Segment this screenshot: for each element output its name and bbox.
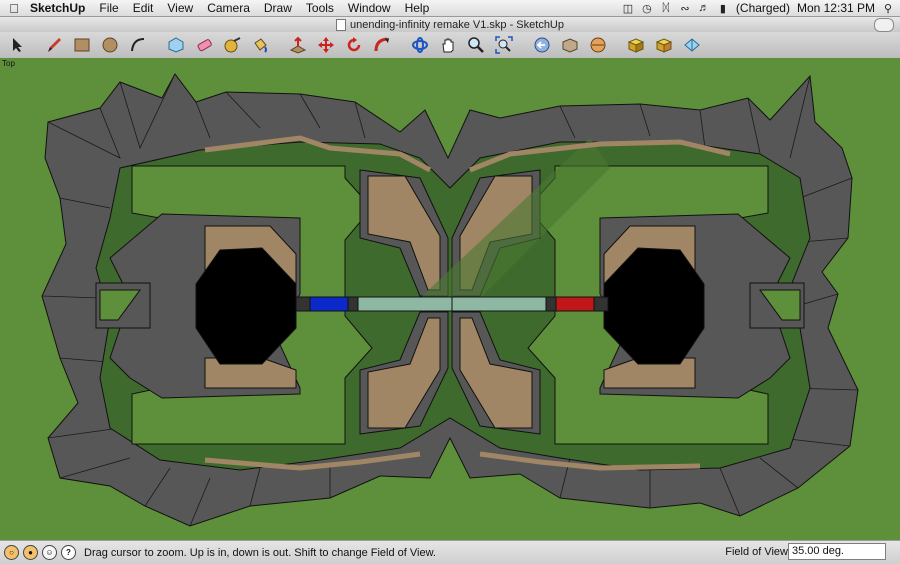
rotate-icon[interactable] xyxy=(344,35,364,55)
bridge-right-cap xyxy=(593,296,609,312)
pencil-icon[interactable] xyxy=(44,35,64,55)
status-bar: ○ ● ☺ ? Drag cursor to zoom. Up is in, d… xyxy=(0,540,900,564)
menu-window[interactable]: Window xyxy=(341,1,398,15)
share-model-icon[interactable] xyxy=(654,35,674,55)
toolbar-toggle-button[interactable] xyxy=(874,18,894,32)
move-icon[interactable] xyxy=(316,35,336,55)
volume-icon[interactable]: ♬ xyxy=(698,2,710,14)
zoom-icon[interactable] xyxy=(466,35,486,55)
time-machine-icon[interactable]: ◷ xyxy=(641,2,653,15)
follow-me-icon[interactable] xyxy=(372,35,392,55)
map-model xyxy=(0,58,900,540)
status-message: Drag cursor to zoom. Up is in, down is o… xyxy=(84,546,436,559)
red-team-pad xyxy=(555,296,595,312)
previous-view-icon[interactable] xyxy=(532,35,552,55)
circle-icon[interactable] xyxy=(100,35,120,55)
zoom-extents-icon[interactable] xyxy=(494,35,514,55)
eraser-icon[interactable] xyxy=(194,35,214,55)
menu-view[interactable]: View xyxy=(160,1,200,15)
blue-team-pad xyxy=(309,296,349,312)
bluetooth-icon[interactable]: ᛞ xyxy=(660,2,672,14)
spotlight-icon[interactable]: ⚲ xyxy=(882,2,894,15)
menu-file[interactable]: File xyxy=(92,1,125,15)
wifi-icon[interactable]: ∾ xyxy=(679,2,691,15)
tape-measure-icon[interactable] xyxy=(222,35,242,55)
orbit-icon[interactable] xyxy=(410,35,430,55)
window-title-bar: unending-infinity remake V1.skp - Sketch… xyxy=(0,17,900,32)
make-component-icon[interactable] xyxy=(166,35,186,55)
menu-help[interactable]: Help xyxy=(398,1,437,15)
document-icon xyxy=(336,18,346,31)
user-icon[interactable]: ☺ xyxy=(42,545,57,560)
fov-label: Field of View xyxy=(725,546,788,558)
model-viewport[interactable] xyxy=(0,58,900,540)
bridge-gap-right xyxy=(545,296,557,312)
geo-location-icon[interactable]: ○ xyxy=(4,545,19,560)
select-icon[interactable] xyxy=(7,35,27,55)
get-models-icon[interactable] xyxy=(626,35,646,55)
window-title: unending-infinity remake V1.skp - Sketch… xyxy=(350,18,564,31)
menu-tools[interactable]: Tools xyxy=(299,1,341,15)
main-toolbar xyxy=(0,32,900,59)
arc-icon[interactable] xyxy=(128,35,148,55)
system-tray: ◫ ◷ ᛞ ∾ ♬ ▮ (Charged) Mon 12:31 PM ⚲ xyxy=(622,0,900,16)
rectangle-icon[interactable] xyxy=(72,35,92,55)
menu-camera[interactable]: Camera xyxy=(200,1,257,15)
credits-icon[interactable]: ● xyxy=(23,545,38,560)
3d-warehouse-icon[interactable] xyxy=(682,35,702,55)
fov-value-box[interactable]: 35.00 deg. xyxy=(788,543,886,560)
paint-bucket-icon[interactable] xyxy=(250,35,270,55)
menubar-clock[interactable]: Mon 12:31 PM xyxy=(797,1,875,15)
apple-icon[interactable]:  xyxy=(0,1,28,16)
view-name-label: Top xyxy=(2,59,15,68)
menu-sketchup[interactable]: SketchUp xyxy=(28,1,92,15)
push-pull-icon[interactable] xyxy=(288,35,308,55)
menu-draw[interactable]: Draw xyxy=(257,1,299,15)
next-view-icon[interactable] xyxy=(560,35,580,55)
help-icon[interactable]: ? xyxy=(61,545,76,560)
sync-icon[interactable]: ◫ xyxy=(622,2,634,15)
menu-bar:  SketchUp File Edit View Camera Draw To… xyxy=(0,0,900,17)
menu-edit[interactable]: Edit xyxy=(126,1,161,15)
standard-views-icon[interactable] xyxy=(588,35,608,55)
pan-icon[interactable] xyxy=(438,35,458,55)
bridge-left-cap xyxy=(295,296,311,312)
bridge-gap-left xyxy=(347,296,359,312)
battery-icon[interactable]: ▮ xyxy=(717,2,729,15)
battery-status[interactable]: (Charged) xyxy=(736,1,790,15)
